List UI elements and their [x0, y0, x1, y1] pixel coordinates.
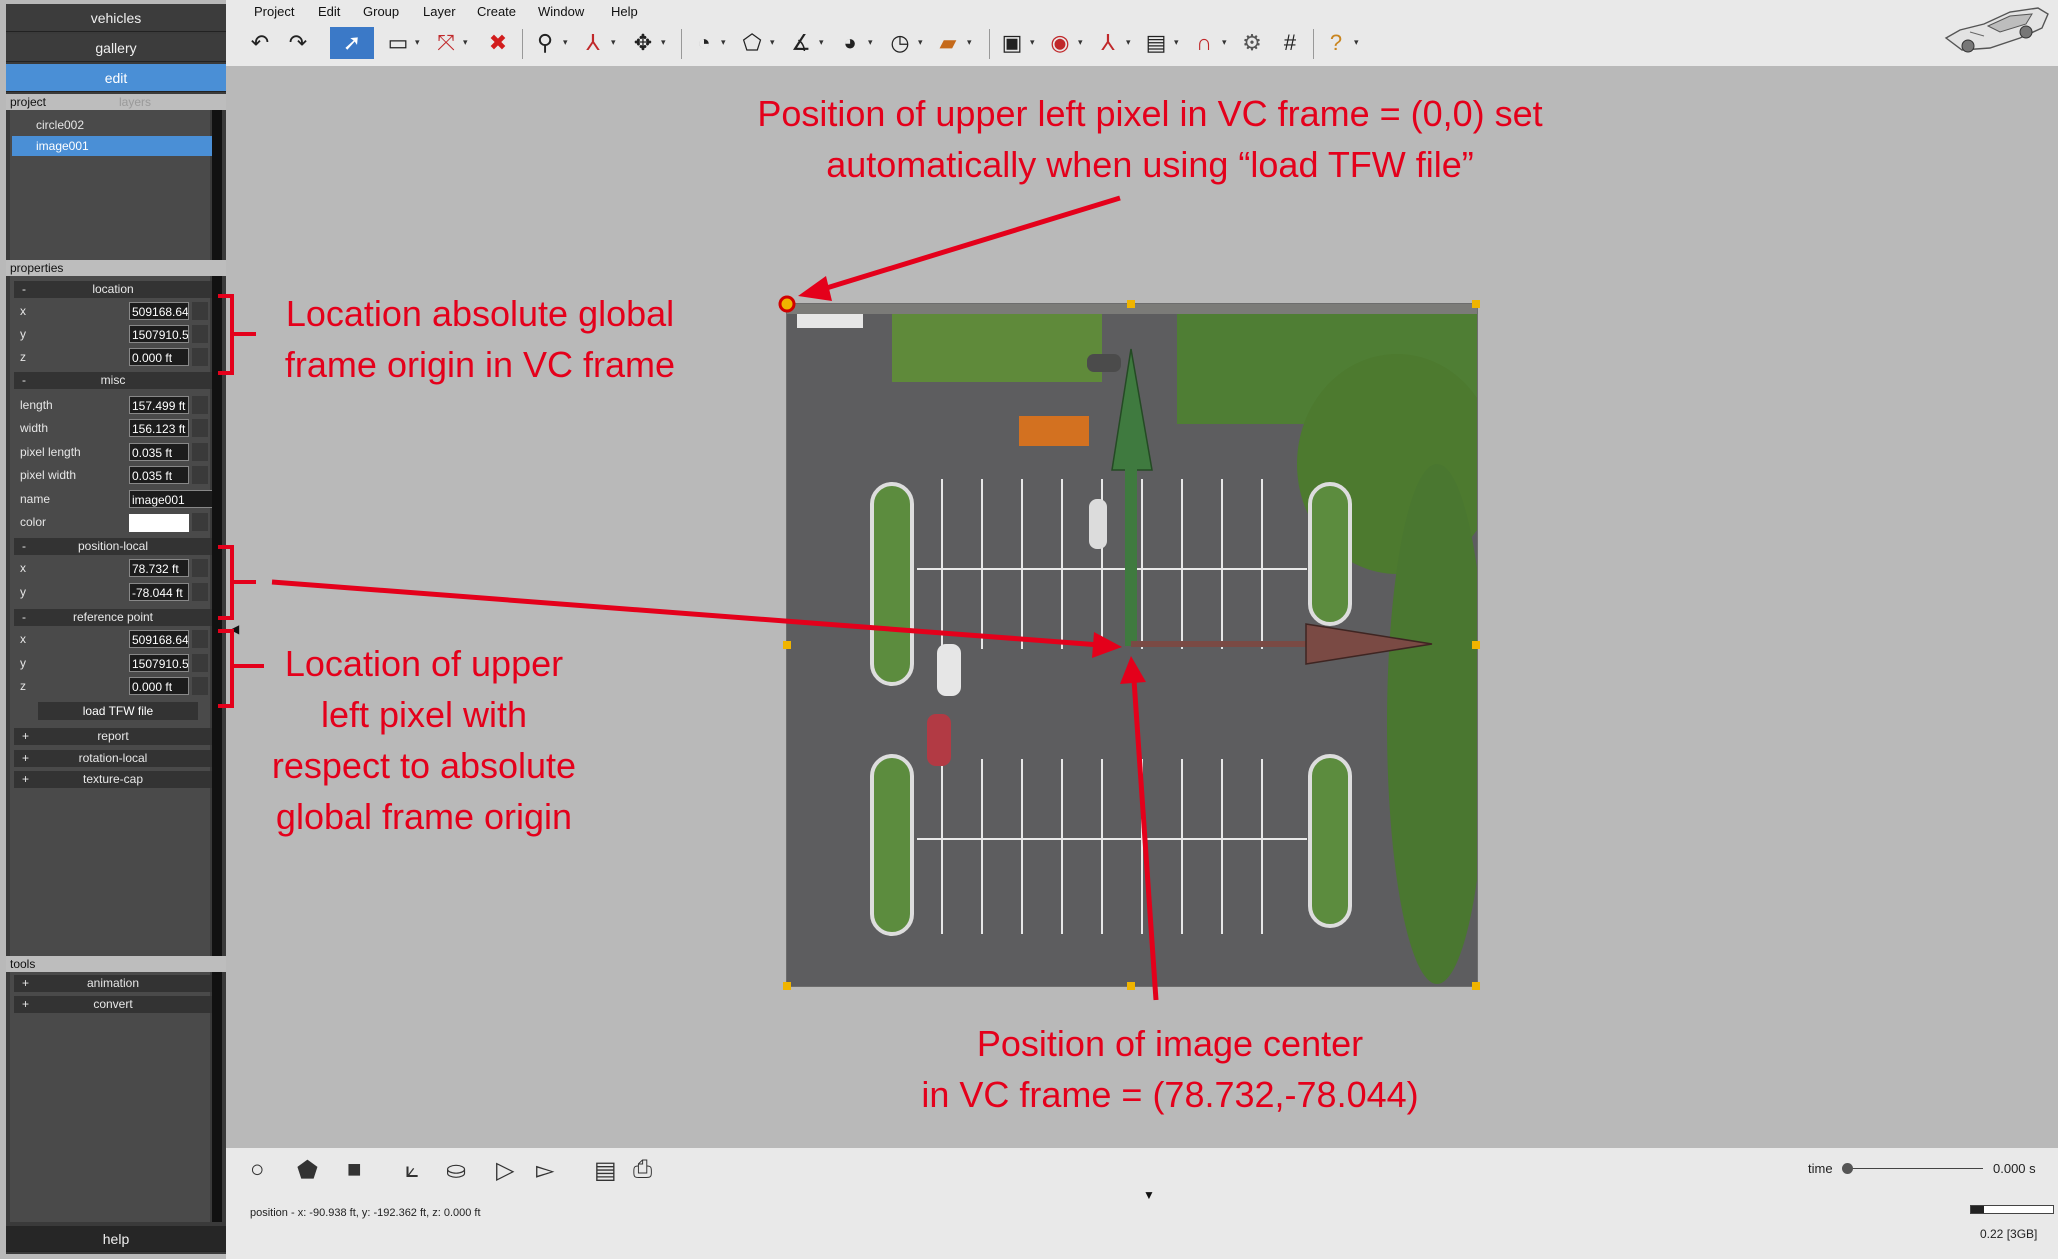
shield-tool-icon[interactable]: ⬟	[297, 1156, 318, 1185]
print-icon[interactable]: ⎙	[633, 1156, 652, 1184]
status-position: position - x: -90.938 ft, y: -192.362 ft…	[250, 1207, 481, 1219]
time-slider[interactable]	[1847, 1168, 1983, 1169]
center-arrowhead-up	[1120, 656, 1146, 684]
annotation-line: Location absolute global	[285, 293, 675, 334]
position-local-bracket	[218, 545, 256, 620]
selection-handle[interactable]	[1472, 300, 1480, 308]
annotation-line: Position of upper left pixel in VC frame…	[757, 93, 1543, 134]
selection-handle[interactable]	[1127, 300, 1135, 308]
time-value: 0.000 s	[1993, 1161, 2036, 1176]
upper-left-pixel-marker[interactable]	[778, 295, 796, 313]
memory-bar-fill	[1971, 1206, 1985, 1213]
selection-handle[interactable]	[1472, 641, 1480, 649]
x-axis-shaft	[1131, 641, 1306, 647]
annotation-line: frame origin in VC frame	[284, 344, 676, 385]
fill-tool-icon[interactable]: ■	[347, 1156, 362, 1184]
report-icon[interactable]: ▤	[594, 1156, 617, 1185]
annotation-line: in VC frame = (78.732,-78.044)	[921, 1074, 1419, 1115]
annotation-line: left pixel with	[320, 694, 528, 735]
selection-handle[interactable]	[783, 641, 791, 649]
y-axis-arrowhead	[1111, 348, 1153, 471]
circle-tool-icon[interactable]: ○	[250, 1156, 265, 1184]
annotation-line: automatically when using “load TFW file”	[826, 144, 1474, 185]
play-icon[interactable]: ▷	[496, 1156, 514, 1185]
selection-handle[interactable]	[1127, 982, 1135, 990]
upper-left-arrowhead	[798, 276, 832, 301]
upper-left-arrow	[819, 195, 1121, 293]
chart-tool-icon[interactable]: ⟀	[405, 1156, 419, 1184]
teapot-tool-icon[interactable]: ⛀	[446, 1156, 466, 1185]
y-axis-shaft	[1125, 468, 1137, 646]
center-arrow-from-panel	[271, 579, 1101, 648]
time-label: time	[1808, 1161, 1833, 1176]
memory-bar	[1970, 1205, 2054, 1214]
center-arrowhead	[1092, 632, 1122, 658]
location-bracket	[218, 294, 256, 375]
expand-panel-icon[interactable]: ▼	[1143, 1188, 1155, 1202]
memory-readout: 0.22 [3GB]	[1980, 1227, 2038, 1241]
annotation-line: Location of upper	[284, 643, 564, 684]
sequence-icon[interactable]: ▻	[536, 1156, 554, 1185]
x-axis-arrowhead	[1305, 623, 1433, 665]
annotation-line: Position of image center	[976, 1023, 1364, 1064]
time-slider-knob[interactable]	[1842, 1163, 1853, 1174]
annotation-reference-point: Location of upper left pixel with respec…	[238, 638, 610, 842]
annotation-location: Location absolute global frame origin in…	[255, 288, 705, 390]
annotation-upper-left: Position of upper left pixel in VC frame…	[650, 88, 1650, 190]
selection-handle[interactable]	[783, 982, 791, 990]
selection-handle[interactable]	[1472, 982, 1480, 990]
center-arrow-from-caption	[1131, 679, 1159, 1001]
annotation-image-center: Position of image center in VC frame = (…	[860, 1018, 1480, 1120]
annotation-line: global frame origin	[275, 796, 573, 837]
annotation-line: respect to absolute	[271, 745, 577, 786]
